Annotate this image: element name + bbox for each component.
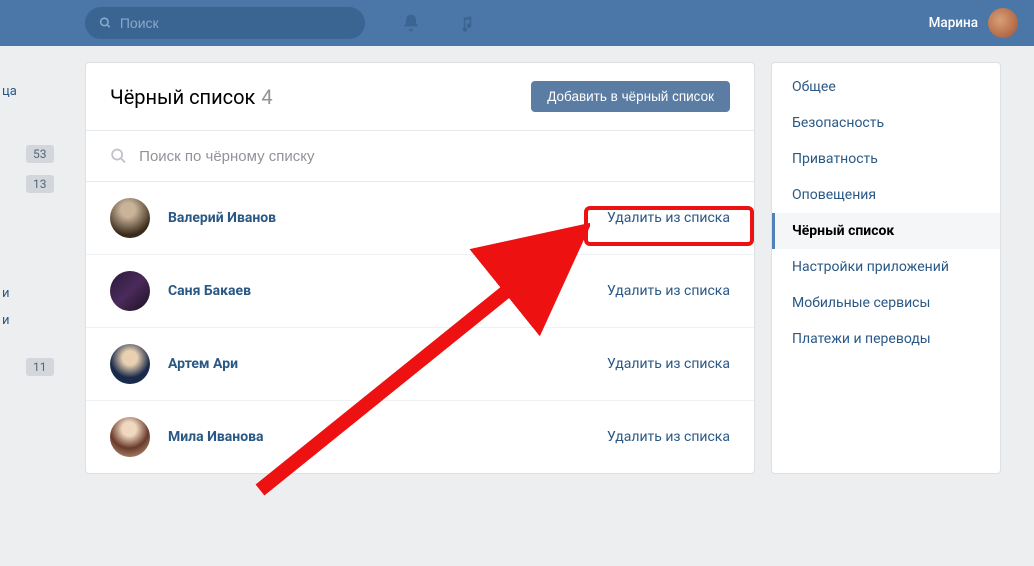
sidebar-item-security[interactable]: Безопасность [772, 105, 1000, 141]
page-title: Чёрный список4 [110, 85, 273, 109]
blacklist-search[interactable] [86, 131, 754, 182]
left-nav-fragment: и и [0, 280, 10, 334]
nav-item-fragment[interactable]: и [0, 307, 10, 334]
list-item: Саня Бакаев Удалить из списка [86, 255, 754, 328]
nav-badge: 13 [0, 175, 54, 193]
sidebar-item-general[interactable]: Общее [772, 69, 1000, 105]
user-name-link[interactable]: Валерий Иванов [168, 210, 276, 226]
add-to-blacklist-button[interactable]: Добавить в чёрный список [531, 81, 730, 112]
sidebar-item-mobile[interactable]: Мобильные сервисы [772, 285, 1000, 321]
avatar [988, 8, 1018, 38]
user-name-link[interactable]: Мила Иванова [168, 429, 264, 445]
panel-header: Чёрный список4 Добавить в чёрный список [86, 63, 754, 131]
blacklist-panel: Чёрный список4 Добавить в чёрный список … [85, 62, 755, 474]
remove-from-list-link[interactable]: Удалить из списка [607, 283, 730, 299]
search-icon [110, 147, 127, 165]
settings-sidebar: Общее Безопасность Приватность Оповещени… [771, 62, 1001, 474]
user-menu[interactable]: Марина [929, 8, 1018, 38]
list-item: Валерий Иванов Удалить из списка [86, 182, 754, 255]
avatar[interactable] [110, 271, 150, 311]
search-icon [99, 16, 112, 30]
music-icon[interactable] [457, 14, 475, 32]
search-input[interactable] [120, 15, 351, 31]
blacklist-search-input[interactable] [139, 148, 730, 165]
nav-item-fragment[interactable]: ца [0, 78, 17, 105]
nav-item-fragment[interactable]: и [0, 280, 10, 307]
left-nav-fragment: ца [0, 78, 17, 105]
username: Марина [929, 15, 978, 31]
list-item: Мила Иванова Удалить из списка [86, 401, 754, 473]
user-name-link[interactable]: Саня Бакаев [168, 283, 251, 299]
sidebar-item-blacklist[interactable]: Чёрный список [772, 213, 1000, 249]
sidebar-item-payments[interactable]: Платежи и переводы [772, 321, 1000, 357]
avatar[interactable] [110, 198, 150, 238]
global-search[interactable] [85, 7, 365, 39]
top-header: Марина [0, 0, 1034, 46]
user-name-link[interactable]: Артем Ари [168, 356, 238, 372]
avatar[interactable] [110, 417, 150, 457]
notifications-icon[interactable] [401, 13, 421, 33]
sidebar-item-privacy[interactable]: Приватность [772, 141, 1000, 177]
remove-from-list-link[interactable]: Удалить из списка [607, 210, 730, 226]
avatar[interactable] [110, 344, 150, 384]
remove-from-list-link[interactable]: Удалить из списка [607, 356, 730, 372]
nav-badge: 11 [0, 358, 54, 376]
remove-from-list-link[interactable]: Удалить из списка [607, 429, 730, 445]
sidebar-item-notifications[interactable]: Оповещения [772, 177, 1000, 213]
list-item: Артем Ари Удалить из списка [86, 328, 754, 401]
nav-badge: 53 [0, 145, 54, 163]
sidebar-item-apps[interactable]: Настройки приложений [772, 249, 1000, 285]
